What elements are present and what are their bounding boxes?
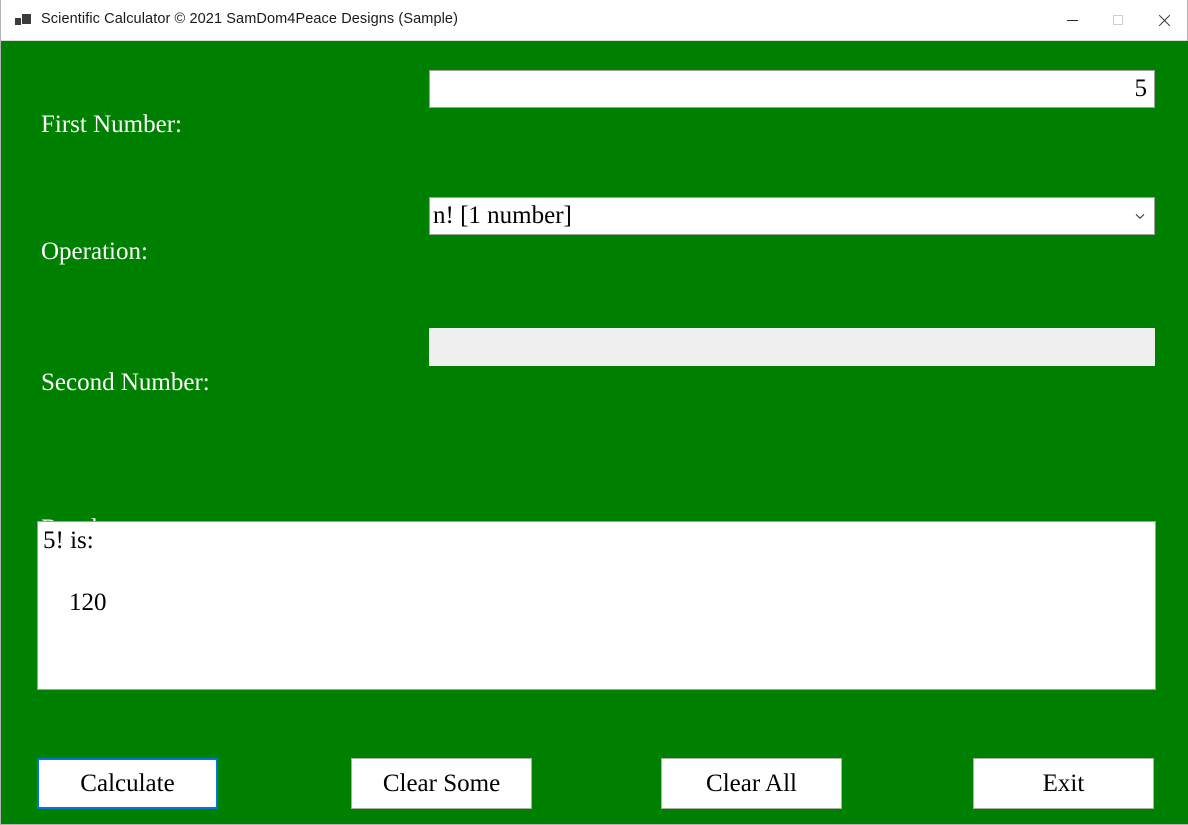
- calculate-button[interactable]: Calculate: [37, 758, 218, 809]
- result-line-expression: 5! is:: [43, 527, 94, 554]
- window-title: Scientific Calculator © 2021 SamDom4Peac…: [41, 11, 459, 27]
- first-number-input[interactable]: 5: [429, 70, 1155, 108]
- application-window: Scientific Calculator © 2021 SamDom4Peac…: [0, 0, 1188, 825]
- form-area: First Number: 5 Operation: n! [1 number]…: [2, 41, 1188, 824]
- app-squares-icon: [15, 13, 33, 29]
- title-bar: Scientific Calculator © 2021 SamDom4Peac…: [1, 0, 1187, 41]
- operation-select[interactable]: n! [1 number]: [429, 197, 1155, 235]
- operation-label: Operation:: [41, 238, 148, 265]
- close-icon: [1158, 14, 1170, 26]
- operation-selected-value: n! [1 number]: [433, 202, 572, 229]
- clear-all-button[interactable]: Clear All: [661, 758, 842, 809]
- clear-some-button[interactable]: Clear Some: [351, 758, 532, 809]
- maximize-icon: [1113, 15, 1123, 25]
- second-number-label: Second Number:: [41, 369, 210, 396]
- second-number-input[interactable]: [429, 328, 1155, 366]
- chevron-down-icon: [1134, 210, 1146, 222]
- result-line-blank: [38, 557, 1155, 573]
- result-line-value: 120: [69, 589, 107, 616]
- minimize-button[interactable]: [1049, 0, 1095, 40]
- minimize-icon: [1066, 19, 1078, 21]
- result-output[interactable]: 5! is: 120: [37, 521, 1156, 690]
- first-number-label: First Number:: [41, 111, 182, 138]
- maximize-button[interactable]: [1095, 0, 1141, 40]
- close-button[interactable]: [1141, 0, 1187, 40]
- exit-button[interactable]: Exit: [973, 758, 1154, 809]
